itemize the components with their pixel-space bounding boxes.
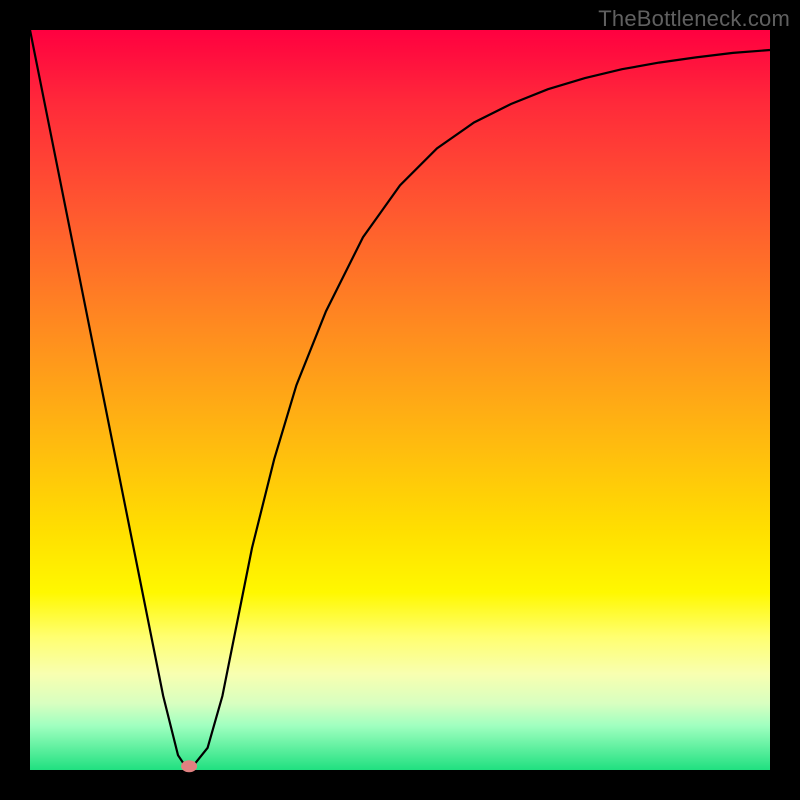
watermark-text: TheBottleneck.com xyxy=(598,6,790,32)
chart-frame: TheBottleneck.com xyxy=(0,0,800,800)
plot-area xyxy=(30,30,770,770)
bottleneck-curve xyxy=(30,30,770,766)
min-point-marker xyxy=(181,760,197,772)
plot-svg xyxy=(30,30,770,770)
